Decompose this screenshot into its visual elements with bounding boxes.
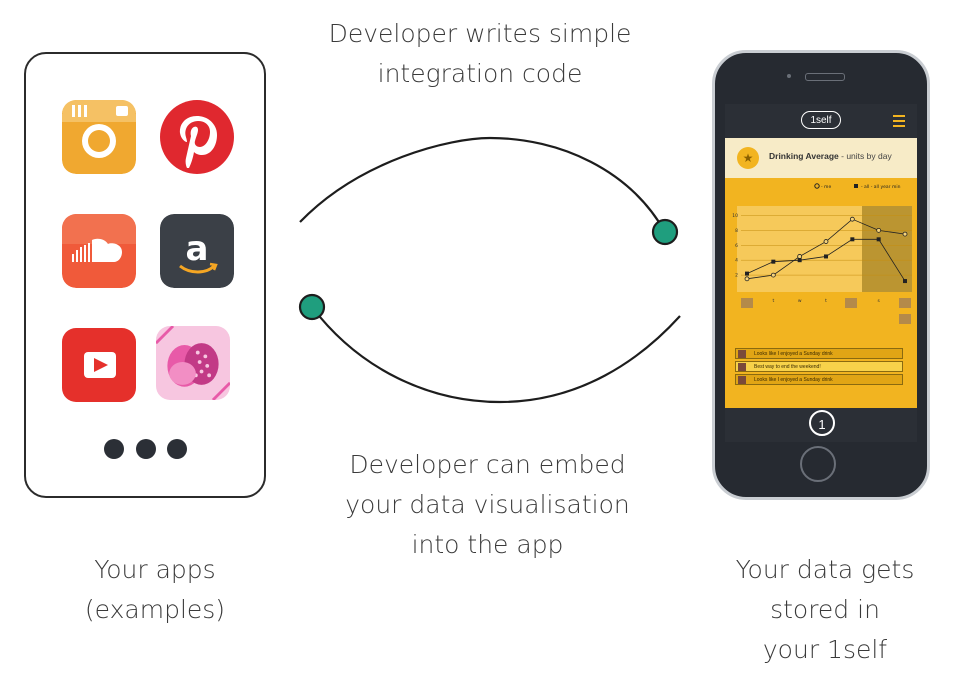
chart-title-text: Drinking Average — [769, 151, 839, 161]
data-point — [797, 254, 803, 259]
caption-line: your 1self — [762, 635, 888, 664]
chart-subtitle: - units by day — [841, 151, 892, 161]
chart-title: Drinking Average - units by day — [769, 151, 892, 161]
feed-thumb — [741, 298, 753, 308]
y-tick-label: 2 — [735, 273, 738, 279]
caption-integration-code: Developer writes simple integration code — [300, 14, 660, 94]
feed-thumb — [845, 298, 857, 308]
feed-item[interactable]: Looks like I enjoyed a Sunday drink — [735, 348, 903, 359]
connector-dot-left — [298, 293, 326, 321]
soundcloud-icon — [62, 214, 136, 288]
chart-title-bar: ★ Drinking Average - units by day — [725, 138, 917, 178]
x-tick-label: t — [772, 298, 774, 304]
data-point — [770, 272, 776, 278]
y-tick-label: 6 — [735, 243, 738, 249]
caption-line: Your data gets — [735, 555, 915, 584]
data-point — [745, 271, 749, 276]
x-tick-label: t — [825, 298, 827, 304]
chart-area: - me - all - all year min 246810mtwtfss … — [725, 178, 917, 408]
amazon-icon: a — [160, 214, 234, 288]
avatar — [738, 350, 746, 358]
feed-item[interactable]: Best way to end the weekend! — [735, 361, 903, 372]
data-point — [902, 231, 908, 237]
top-arc — [299, 136, 666, 233]
feed-item[interactable]: Looks like I enjoyed a Sunday drink — [735, 374, 903, 385]
data-point — [771, 259, 776, 264]
feed-thumb — [899, 298, 911, 308]
caption-line: stored in — [770, 595, 880, 624]
feed-thumb — [899, 314, 911, 324]
data-point — [744, 276, 750, 282]
data-point — [797, 258, 802, 263]
app-footer: 1 — [725, 408, 917, 442]
trophy-icon: ★ — [737, 147, 759, 169]
legend-all-label: - all - all year min — [861, 184, 901, 190]
data-point — [849, 216, 855, 222]
amazon-glyph: a — [186, 229, 209, 269]
caption-line: integration code — [377, 59, 583, 88]
app-header: 1self — [725, 104, 917, 138]
data-point — [824, 254, 828, 259]
avatar — [738, 363, 746, 371]
ellipsis-dot — [136, 439, 156, 459]
caption-your-apps: Your apps (examples) — [40, 550, 270, 630]
feed-text: Best way to end the weekend! — [754, 364, 821, 370]
front-camera — [787, 74, 791, 78]
feed-text: Looks like I enjoyed a Sunday drink — [754, 351, 833, 357]
phone-screen: 1self ★ Drinking Average - units by day … — [725, 104, 917, 442]
y-tick-label: 8 — [735, 228, 738, 234]
legend-me-marker — [814, 183, 820, 189]
app-logo: 1self — [801, 111, 841, 129]
connector-dot-right — [651, 218, 679, 246]
data-point — [850, 237, 855, 242]
legend-all-marker — [854, 184, 858, 188]
caption-line: Your apps — [94, 555, 216, 584]
y-tick-label: 4 — [735, 258, 738, 264]
feed-text: Looks like I enjoyed a Sunday drink — [754, 377, 833, 383]
avatar — [738, 376, 746, 384]
pinterest-icon — [160, 100, 234, 174]
hamburger-menu-icon[interactable] — [893, 115, 905, 127]
caption-your-data: Your data gets stored in your 1self — [705, 550, 945, 670]
data-point — [876, 227, 882, 233]
legend-me-label: - me — [821, 185, 831, 190]
x-tick-label: w — [798, 299, 802, 304]
phone-speaker — [805, 73, 845, 81]
y-tick-label: 10 — [732, 213, 738, 219]
caption-line: (examples) — [84, 595, 226, 624]
caption-line: Developer can embed — [349, 450, 626, 479]
data-point — [876, 237, 881, 242]
data-point — [903, 279, 907, 284]
bottom-arc — [311, 306, 681, 404]
ellipsis-dot — [167, 439, 187, 459]
data-point — [823, 239, 829, 244]
candy-icon — [156, 326, 230, 400]
caption-line: into the app — [411, 530, 564, 559]
ellipsis-dot — [104, 439, 124, 459]
1self-badge-icon[interactable]: 1 — [809, 410, 835, 436]
x-tick-label: s — [877, 299, 880, 304]
play-icon — [62, 328, 136, 402]
caption-line: your data visualisation — [345, 490, 630, 519]
camera-icon — [62, 100, 136, 174]
home-button — [800, 446, 836, 482]
caption-line: Developer writes simple — [328, 19, 632, 48]
caption-embed-visualisation: Developer can embed your data visualisat… — [300, 445, 675, 565]
